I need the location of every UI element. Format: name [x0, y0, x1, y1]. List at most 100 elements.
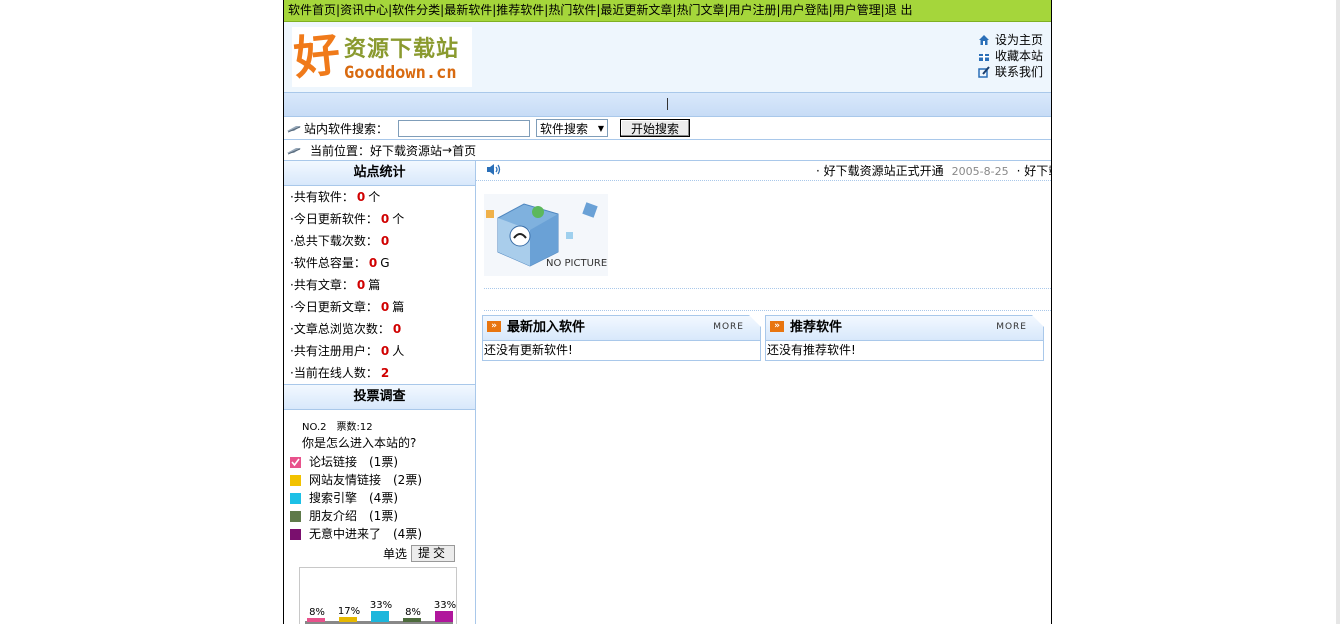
logo-title: 资源下载站 [344, 37, 460, 62]
left-column: 站点统计 ·共有软件： 0 个 ·今日更新软件： 0 个 ·总共下载次数： 0 ·软件总容… [284, 160, 476, 624]
stat-unit: 人 [392, 344, 405, 358]
vote-chart-bar [307, 618, 325, 622]
recommended-software-panel: » 推荐软件 MORE 还没有推荐软件! [765, 315, 1044, 361]
checkbox-checked-icon[interactable] [290, 456, 301, 468]
breadcrumb-link-home[interactable]: 好下载资源站 [370, 142, 442, 159]
panel-corner [749, 315, 761, 327]
nav-item-categories[interactable]: 软件分类 [392, 3, 440, 17]
stat-value: 0 [380, 300, 390, 314]
vote-panel: NO.2 票数:12 你是怎么进入本站的? 论坛链接 (1票) 网站友情链接 (… [284, 410, 475, 624]
vote-chart-column: 8% [307, 607, 327, 622]
breadcrumb: 当前位置： 好下载资源站 → 首页 [284, 140, 1051, 161]
vote-submit-button[interactable]: 提交 [410, 544, 455, 562]
double-arrow-icon: » [487, 321, 501, 332]
search-row: 站内软件搜索： 软件搜索 ▼ 开始搜索 [284, 117, 1051, 140]
nav-item-recent-articles[interactable]: 最近更新文章 [600, 3, 672, 17]
edit-icon [978, 66, 990, 78]
stat-unit: 篇 [392, 300, 405, 314]
top-nav: 软件首页|资讯中心|软件分类|最新软件|推荐软件|热门软件|最近更新文章|热门文… [284, 0, 1051, 22]
vote-chart-column: 17% [337, 606, 361, 622]
nav-item-hot-software[interactable]: 热门软件 [548, 3, 596, 17]
vote-option-label: 论坛链接 (1票) [309, 455, 398, 469]
nav-item-home[interactable]: 软件首页 [288, 3, 336, 17]
nav-item-recommended[interactable]: 推荐软件 [496, 3, 544, 17]
logo-domain: Gooddown.cn [344, 63, 457, 83]
stat-row: ·软件总容量： 0 G [290, 256, 390, 270]
vote-chart-column: 33% [370, 600, 392, 622]
nav-item-user-admin[interactable]: 用户管理 [833, 3, 881, 17]
contact-link[interactable]: 联系我们 [978, 64, 1043, 80]
stat-row: ·当前在线人数： 2 [290, 366, 390, 380]
speaker-icon [487, 164, 501, 175]
set-homepage-link[interactable]: 设为主页 [978, 32, 1043, 48]
nav-item-news[interactable]: 资讯中心 [340, 3, 388, 17]
nav-item-latest-software[interactable]: 最新软件 [444, 3, 492, 17]
panel-corner [1032, 315, 1044, 327]
vote-option-label: 网站友情链接 (2票) [309, 473, 422, 487]
vote-chart-bar [339, 617, 357, 622]
stat-value: 0 [356, 278, 366, 292]
vote-option[interactable]: 论坛链接 (1票) [290, 453, 475, 471]
main-content: · 好下载资源站正式开通2005-8-25· 好下载资源站正式开通 NO PIC… [476, 160, 1051, 624]
stat-value: 0 [392, 322, 402, 336]
stat-row: ·共有文章： 0 篇 [290, 278, 381, 292]
vote-chart-label: 17% [337, 606, 361, 617]
bookmark-link[interactable]: 收藏本站 [978, 48, 1043, 64]
vote-chart-label: 8% [309, 607, 325, 618]
news-ticker-row: · 好下载资源站正式开通2005-8-25· 好下载资源站正式开通 [476, 160, 1051, 181]
pen-icon [287, 148, 301, 155]
header-links: 设为主页 收藏本站 联系我们 [978, 32, 1043, 80]
page-container: 软件首页|资讯中心|软件分类|最新软件|推荐软件|热门软件|最近更新文章|热门文… [283, 0, 1052, 624]
stat-label: 软件总容量： [293, 256, 366, 270]
breadcrumb-current: 首页 [452, 143, 477, 158]
vote-swatch[interactable] [290, 528, 301, 540]
stat-unit: 篇 [368, 278, 381, 292]
no-picture-icon: NO PICTURE [484, 194, 608, 276]
stat-label: 今日更新软件： [293, 212, 378, 226]
vote-swatch[interactable] [290, 510, 301, 522]
nav-item-hot-articles[interactable]: 热门文章 [676, 3, 724, 17]
stat-row: ·共有注册用户： 0 人 [290, 344, 405, 358]
stat-row: ·今日更新文章： 0 篇 [290, 300, 405, 314]
stats-list: ·共有软件： 0 个 ·今日更新软件： 0 个 ·总共下载次数： 0 ·软件总容量： 0 G … [284, 186, 475, 384]
stat-label: 总共下载次数： [293, 234, 378, 248]
home-icon [978, 35, 989, 45]
search-input[interactable] [398, 119, 531, 137]
stat-label: 共有软件： [293, 190, 354, 204]
news-ticker: · 好下载资源站正式开通2005-8-25· 好下载资源站正式开通 [816, 162, 1051, 179]
vote-title: 投票调查 [284, 384, 475, 410]
vote-option[interactable]: 网站友情链接 (2票) [290, 471, 475, 489]
search-label: 站内软件搜索： [304, 121, 389, 136]
stats-title: 站点统计 [284, 160, 475, 186]
chevron-down-icon: ▼ [597, 123, 605, 133]
scrollbar[interactable] [1336, 0, 1340, 624]
logo-mark: 好 [291, 26, 343, 86]
gift-icon [978, 52, 989, 61]
news-item-link[interactable]: 好下载资源站正式开通 [1024, 164, 1051, 178]
site-logo[interactable]: 好 资源下载站 Gooddown.cn [291, 26, 472, 87]
stat-row: ·今日更新软件： 0 个 [290, 212, 405, 226]
vote-option[interactable]: 无意中进来了 (4票) [290, 525, 475, 543]
stat-unit: 个 [392, 212, 405, 226]
nav-item-register[interactable]: 用户注册 [729, 3, 777, 17]
stat-label: 文章总浏览次数： [293, 322, 390, 336]
stat-value: 0 [380, 212, 390, 226]
search-button[interactable]: 开始搜索 [620, 119, 691, 137]
vote-meta: NO.2 票数:12 [302, 422, 373, 433]
vote-swatch[interactable] [290, 492, 301, 504]
breadcrumb-arrow: → [442, 143, 453, 157]
vote-chart-label: 8% [405, 607, 421, 618]
stat-unit: 个 [368, 190, 381, 204]
vote-chart-column: 33% [434, 600, 456, 622]
more-link[interactable]: MORE [996, 322, 1027, 332]
no-picture-placeholder[interactable]: NO PICTURE [484, 194, 608, 276]
panel-header: » 最新加入软件 MORE [483, 315, 761, 341]
vote-option[interactable]: 搜索引擎 (4票) [290, 489, 475, 507]
news-item-link[interactable]: 好下载资源站正式开通 [824, 164, 944, 178]
vote-swatch[interactable] [290, 474, 301, 486]
nav-item-logout[interactable]: 退 出 [885, 3, 913, 17]
nav-item-login[interactable]: 用户登陆 [781, 3, 829, 17]
search-type-select[interactable]: 软件搜索 ▼ [536, 119, 609, 137]
vote-option[interactable]: 朋友介绍 (1票) [290, 507, 475, 525]
more-link[interactable]: MORE [713, 322, 744, 332]
